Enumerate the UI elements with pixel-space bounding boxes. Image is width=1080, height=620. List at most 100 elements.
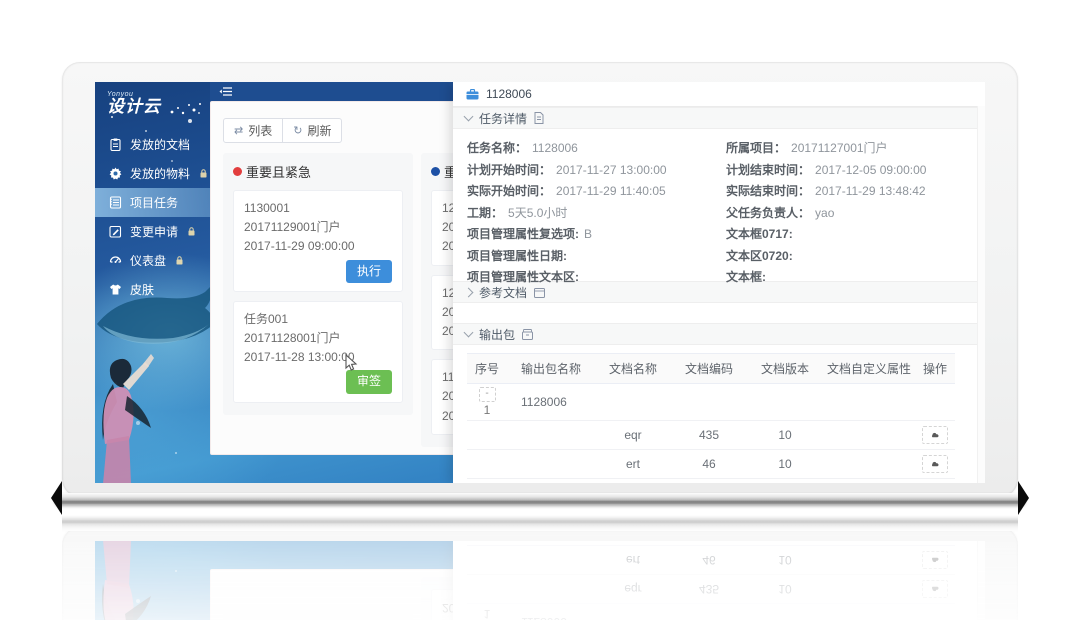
table-header-row: 序号 输出包名称 文档名称 文档编码 文档版本 文档自定义属性 操作 [467, 354, 955, 384]
kanban-column-urgent-important: 重要且紧急 1130001 20171129001门户 2017-11-29 0… [223, 610, 413, 620]
download-button[interactable] [922, 580, 948, 598]
field-value: 2017-11-29 13:48:42 [815, 184, 926, 198]
sidebar: Yonyou 设计云 发放的文档 [95, 541, 210, 620]
sidebar-item-label: 发放的物料 [130, 165, 190, 182]
review-sign-button[interactable]: 审签 [346, 370, 392, 393]
sidebar-item-label: 项目任务 [130, 194, 178, 211]
sidebar-item-label: 变更申请 [130, 223, 178, 240]
document-row[interactable]: eqr 435 10 [467, 421, 955, 450]
logo-constellation-dots [169, 100, 203, 116]
task-card[interactable]: 1130001 20171129001门户 2017-11-29 09:00:0… [233, 190, 403, 292]
collapse-row-button[interactable]: - [479, 387, 496, 402]
sidebar: Yonyou 设计云 发放的文档 [95, 82, 210, 483]
section-task-details[interactable]: 任务详情 [453, 107, 985, 129]
field-value: 20171127001门户 [791, 141, 888, 155]
sidebar-item-released-documents[interactable]: 发放的文档 [95, 130, 210, 159]
column-header: 重要且紧急 [233, 162, 403, 181]
menu-fold-icon[interactable] [219, 86, 233, 97]
red-dot-icon [233, 167, 242, 176]
briefcase-icon [466, 89, 479, 100]
download-button[interactable] [922, 426, 948, 444]
sidebar-item-skin[interactable]: 皮肤 [95, 275, 210, 304]
column-title: 重要且紧急 [246, 162, 311, 181]
field-label: 实际结束时间： [726, 184, 810, 198]
package-group-row[interactable]: - 1 1128006 [467, 604, 955, 620]
reference-folder-icon [534, 287, 545, 298]
download-icon [930, 557, 940, 564]
sidebar-item-project-tasks[interactable]: 项目任务 [95, 188, 210, 217]
drawer-title: 1128006 [486, 87, 532, 101]
sidebar-item-label: 皮肤 [130, 281, 154, 298]
kanban-columns: 重要且紧急 1130001 20171129001门户 2017-11-29 0… [223, 153, 481, 447]
list-view-button[interactable]: ⇄ 列表 [223, 118, 283, 143]
doc-code-cell: 435 [671, 421, 747, 450]
task-board-panel: ⇄ 列表 ↻ 刷新 重要且紧急 [210, 569, 482, 620]
lock-icon [200, 169, 207, 178]
sidebar-item-label: 发放的文档 [130, 136, 190, 153]
field-label: 项目管理属性文本区: [467, 270, 579, 284]
download-button[interactable] [922, 455, 948, 473]
laptop-base [55, 520, 1025, 531]
detail-doc-icon [534, 112, 544, 124]
col-seq: 序号 [467, 354, 507, 384]
laptop-reflection: Yonyou 设计云 发放的文档 [62, 514, 1018, 620]
custom-attr-cell [823, 575, 915, 604]
field-label: 实际开始时间： [467, 184, 551, 198]
doc-version-cell: 10 [747, 421, 823, 450]
mouse-cursor [345, 354, 358, 372]
refresh-button-label: 刷新 [307, 122, 331, 139]
package-group-row[interactable]: - 1 1128006 [467, 384, 955, 421]
field-label: 文本框0717: [726, 227, 793, 241]
chevron-down-icon [464, 112, 474, 122]
doc-name-cell: ert [595, 450, 671, 479]
action-cell [915, 546, 955, 575]
section-output-package[interactable]: 输出包 [453, 323, 985, 345]
field-label: 文本区0720: [726, 249, 793, 263]
col-doc-code: 文档编码 [671, 354, 747, 384]
document-row[interactable]: ert 46 10 [467, 450, 955, 479]
output-package-table: 序号 输出包名称 文档名称 文档编码 文档版本 文档自定义属性 操作 [467, 353, 955, 479]
output-package-table: 序号 输出包名称 文档名称 文档编码 文档版本 文档自定义属性 操作 [467, 545, 955, 620]
col-actions: 操作 [915, 354, 955, 384]
laptop-bezel: Yonyou 设计云 发放的文档 [62, 62, 1018, 497]
download-icon [930, 586, 940, 593]
field-label: 任务名称： [467, 141, 527, 155]
download-icon [930, 461, 940, 468]
task-detail-drawer: 1128006 任务详情 任务名称：1128006 计划开始时间：2017-11… [453, 82, 985, 483]
field-value: 2017-11-29 11:40:05 [556, 184, 666, 198]
row-sequence: 1 [467, 403, 507, 417]
fields-left-column: 任务名称：1128006 计划开始时间：2017-11-27 13:00:00 … [467, 138, 726, 281]
document-row[interactable]: eqr 435 10 [467, 575, 955, 604]
doc-version-cell: 10 [747, 450, 823, 479]
sidebar-item-released-materials[interactable]: 发放的物料 [95, 159, 210, 188]
download-button[interactable] [922, 551, 948, 569]
refresh-icon: ↻ [293, 124, 302, 137]
field-label: 项目管理属性复选项: [467, 227, 579, 241]
field-label: 所属项目： [726, 141, 786, 155]
chevron-down-icon [464, 328, 474, 338]
field-label: 计划开始时间： [467, 163, 551, 177]
edit-icon [109, 225, 122, 238]
action-cell [915, 575, 955, 604]
custom-attr-cell [823, 546, 915, 575]
sidebar-item-dashboard[interactable]: 仪表盘 [95, 246, 210, 275]
lock-icon [176, 256, 183, 265]
doc-name-cell: eqr [595, 575, 671, 604]
download-icon [930, 432, 940, 439]
execute-button[interactable]: 执行 [346, 260, 392, 283]
gear-icon [109, 167, 122, 180]
sidebar-nav: 发放的文档 发放的物料 [95, 130, 210, 304]
sidebar-item-change-request[interactable]: 变更申请 [95, 217, 210, 246]
section-title: 参考文档 [479, 284, 527, 301]
dashboard-icon [109, 254, 122, 267]
refresh-button[interactable]: ↻ 刷新 [282, 118, 342, 143]
col-doc-name: 文档名称 [595, 354, 671, 384]
page: Yonyou 设计云 发放的文档 [0, 0, 1080, 620]
board-toolbar: ⇄ 列表 ↻ 刷新 [223, 118, 481, 143]
app-logo: Yonyou 设计云 [95, 82, 210, 129]
screen: Yonyou 设计云 发放的文档 [95, 82, 985, 483]
package-name-cell: 1128006 [507, 604, 595, 620]
document-row[interactable]: ert 46 10 [467, 546, 955, 575]
task-card[interactable]: 任务001 20171128001门户 2017-11-28 13:00:00 … [233, 301, 403, 403]
doc-code-cell: 435 [671, 575, 747, 604]
